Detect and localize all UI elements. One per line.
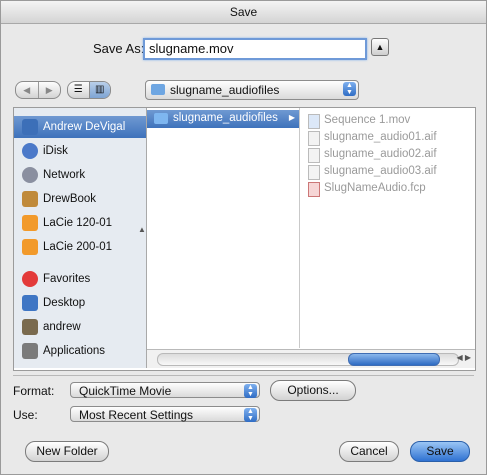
use-popup-value: Most Recent Settings bbox=[79, 408, 194, 422]
scroll-arrows-icon[interactable]: ◀ ▶ bbox=[456, 353, 471, 362]
list-view-icon[interactable]: ☰ bbox=[68, 82, 89, 98]
use-label: Use: bbox=[13, 408, 38, 422]
sidebar-item-label: DrewBook bbox=[43, 193, 97, 205]
format-label: Format: bbox=[13, 384, 55, 398]
drive-icon bbox=[22, 191, 38, 207]
computer-icon bbox=[22, 119, 38, 135]
file-name: slugname_audio01.aif bbox=[324, 131, 437, 143]
file-name: slugname_audio02.aif bbox=[324, 148, 437, 160]
path-popup-value: slugname_audiofiles bbox=[170, 83, 280, 97]
folder-icon bbox=[151, 84, 165, 95]
use-popup[interactable]: Most Recent Settings ▲ ▼ bbox=[70, 406, 260, 422]
sidebar-item-idisk[interactable]: iDisk bbox=[14, 140, 146, 162]
audio-file-icon bbox=[308, 148, 320, 163]
sidebar-item-label: Andrew DeVigal bbox=[43, 121, 126, 133]
chevron-right-icon: ▶ bbox=[288, 113, 295, 122]
view-buttons: ☰ ▥ bbox=[67, 81, 111, 99]
path-popup[interactable]: slugname_audiofiles ▲ ▼ bbox=[145, 80, 359, 100]
home-icon bbox=[22, 319, 38, 335]
sidebar-item-lacie-200[interactable]: LaCie 200-01 bbox=[14, 236, 146, 258]
sidebar-item-label: LaCie 200-01 bbox=[43, 241, 113, 253]
options-panel: Format: QuickTime Movie ▲ ▼ Options... Us… bbox=[13, 375, 474, 430]
window-title: Save bbox=[1, 1, 486, 24]
list-item[interactable]: slugname_audio02.aif bbox=[300, 146, 475, 164]
cancel-button[interactable]: Cancel bbox=[339, 441, 399, 462]
popup-arrows-icon: ▲ ▼ bbox=[244, 384, 257, 398]
list-item[interactable]: Sequence 1.mov bbox=[300, 112, 475, 130]
sidebar-item-label: Network bbox=[43, 169, 86, 181]
audio-file-icon bbox=[308, 165, 320, 180]
column-view-icon[interactable]: ▥ bbox=[88, 82, 110, 98]
sidebar-item-andrew-devigal[interactable]: Andrew DeVigal bbox=[14, 116, 146, 138]
scroll-thumb[interactable] bbox=[348, 353, 440, 366]
folder-icon bbox=[154, 113, 168, 124]
movie-file-icon bbox=[308, 114, 320, 129]
project-file-icon bbox=[308, 182, 320, 197]
sidebar-item-lacie-120[interactable]: LaCie 120-01 bbox=[14, 212, 146, 234]
forward-icon[interactable]: ▶ bbox=[39, 82, 61, 98]
save-dialog: Save Save As: slugname.mov ▲ ◀ ▶ ☰ ▥ slu… bbox=[0, 0, 487, 475]
saveas-row: Save As: slugname.mov ▲ bbox=[1, 23, 486, 73]
popup-arrows-icon: ▲ ▼ bbox=[343, 82, 356, 96]
sidebar-item-label: Applications bbox=[43, 345, 106, 357]
sidebar-scroll-icon[interactable]: ▲ bbox=[138, 225, 146, 234]
disclosure-button[interactable]: ▲ bbox=[371, 38, 389, 56]
sidebar-item-favorites[interactable]: Favorites bbox=[14, 268, 146, 290]
sidebar-item-label: Favorites bbox=[43, 273, 91, 285]
sidebar: Andrew DeVigal iDisk Network DrewBook La… bbox=[14, 108, 147, 368]
idisk-icon bbox=[22, 143, 38, 159]
format-popup-value: QuickTime Movie bbox=[79, 384, 172, 398]
nav-buttons: ◀ ▶ bbox=[15, 81, 61, 99]
options-button[interactable]: Options... bbox=[270, 380, 356, 401]
back-icon[interactable]: ◀ bbox=[16, 82, 39, 98]
folder-name: slugname_audiofiles bbox=[173, 112, 278, 124]
sidebar-item-applications[interactable]: Applications bbox=[14, 340, 146, 362]
scroll-track[interactable] bbox=[157, 353, 459, 366]
selected-folder-row[interactable]: slugname_audiofiles ▶ bbox=[147, 110, 299, 128]
list-item[interactable]: slugname_audio01.aif bbox=[300, 129, 475, 147]
sidebar-item-desktop[interactable]: Desktop bbox=[14, 292, 146, 314]
file-browser: Andrew DeVigal iDisk Network DrewBook La… bbox=[13, 107, 476, 371]
file-name: slugname_audio03.aif bbox=[324, 165, 437, 177]
sidebar-item-label: Desktop bbox=[43, 297, 86, 309]
browser-column-1: slugname_audiofiles ▶ bbox=[147, 108, 300, 348]
network-icon bbox=[22, 167, 38, 183]
sidebar-item-label: LaCie 120-01 bbox=[43, 217, 113, 229]
new-folder-button[interactable]: New Folder bbox=[25, 441, 109, 462]
list-item[interactable]: SlugNameAudio.fcp bbox=[300, 180, 475, 198]
toolbar: ◀ ▶ ☰ ▥ slugname_audiofiles ▲ ▼ bbox=[1, 73, 486, 103]
sidebar-item-andrew[interactable]: andrew bbox=[14, 316, 146, 338]
browser-column-2: Sequence 1.mov slugname_audio01.aif slug… bbox=[300, 108, 475, 348]
applications-icon bbox=[22, 343, 38, 359]
file-name: SlugNameAudio.fcp bbox=[324, 182, 426, 194]
filename-input[interactable]: slugname.mov bbox=[143, 38, 367, 60]
horizontal-scrollbar[interactable]: ◀ ▶ bbox=[147, 349, 475, 368]
popup-arrows-icon: ▲ ▼ bbox=[244, 408, 257, 422]
list-item[interactable]: slugname_audio03.aif bbox=[300, 163, 475, 181]
desktop-icon bbox=[22, 295, 38, 311]
disk-icon bbox=[22, 239, 38, 255]
save-button[interactable]: Save bbox=[410, 441, 470, 462]
sidebar-item-label: andrew bbox=[43, 321, 81, 333]
sidebar-item-label: iDisk bbox=[43, 145, 68, 157]
sidebar-item-network[interactable]: Network bbox=[14, 164, 146, 186]
heart-icon bbox=[22, 271, 38, 287]
saveas-label: Save As: bbox=[93, 41, 145, 56]
sidebar-item-drewbook[interactable]: DrewBook bbox=[14, 188, 146, 210]
file-name: Sequence 1.mov bbox=[324, 114, 411, 126]
audio-file-icon bbox=[308, 131, 320, 146]
disk-icon bbox=[22, 215, 38, 231]
format-popup[interactable]: QuickTime Movie ▲ ▼ bbox=[70, 382, 260, 398]
